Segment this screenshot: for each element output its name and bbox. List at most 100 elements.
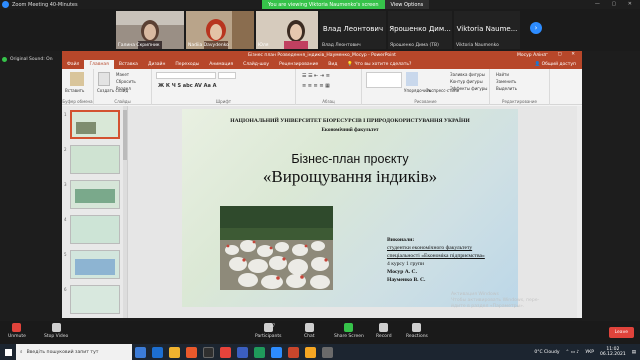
app-taskbar-icon[interactable] — [322, 346, 333, 358]
layout-button[interactable]: Макет — [116, 72, 129, 77]
share-button[interactable]: 👤 Общий доступ — [529, 62, 582, 67]
weather-widget[interactable]: 0°C Cloudy — [534, 350, 559, 355]
participant-name: Юля — [258, 43, 269, 48]
effects-button[interactable]: Эффекты фигуры — [450, 86, 487, 91]
fill-button[interactable]: Заливка фигуры — [450, 72, 485, 77]
participant-tile[interactable]: Галина Скрипник — [116, 11, 184, 49]
original-sound-toggle[interactable]: Original Sound: On — [2, 55, 62, 64]
clock[interactable]: 11:02 06.12.2021 — [600, 347, 626, 357]
unmute-button[interactable]: Unmute — [8, 323, 26, 339]
paste-button[interactable]: Вставить — [65, 88, 84, 93]
slide-thumbnail[interactable] — [70, 110, 120, 139]
tab-slideshow[interactable]: Слайд-шоу — [238, 60, 274, 69]
tab-design[interactable]: Дизайн — [143, 60, 170, 69]
participants-button[interactable]: Participants — [255, 323, 281, 339]
ppt-user[interactable]: Мосур Аліна — [517, 53, 546, 58]
current-slide[interactable]: НАЦІОНАЛЬНИЙ УНІВЕРСИТЕТ БІОРЕСУРСІВ І П… — [182, 109, 518, 307]
outline-button[interactable]: Контур фигуры — [450, 79, 483, 84]
authors-line1: студентки економічного факультету — [387, 245, 473, 251]
find-button[interactable]: Найти — [496, 72, 509, 77]
ppt-window-controls[interactable]: — ▢ ✕ — [544, 52, 579, 57]
slide-faculty: Економічний факультет — [321, 127, 379, 133]
tab-file[interactable]: Файл — [62, 60, 84, 69]
app-taskbar-icon[interactable] — [305, 346, 316, 358]
editing-group: Найти Заменить Выделить Редактирование — [490, 69, 550, 105]
chat-button[interactable]: Chat — [304, 323, 315, 339]
task-view-icon[interactable] — [135, 346, 146, 358]
select-button[interactable]: Выделить — [496, 86, 517, 91]
font-family-select[interactable] — [156, 72, 216, 79]
align-buttons[interactable]: ≡ ≡ ≡ ≡ ▦ — [302, 83, 330, 89]
taskbar-search[interactable]: ⌕ Введіть пошуковий запит тут — [16, 344, 132, 360]
excel-icon[interactable] — [254, 346, 265, 358]
tab-review[interactable]: Рецензирование — [274, 60, 323, 69]
participant-tile[interactable]: Ярошенко Дим... Ярошенко Дима (ТВ) — [388, 11, 452, 49]
activate-windows-watermark: Активация Windows Чтобы активировать Win… — [451, 292, 539, 310]
opera-icon[interactable] — [220, 346, 231, 358]
notifications-icon[interactable]: ▤ — [632, 350, 636, 355]
slide-thumbnail[interactable] — [70, 145, 120, 174]
authors-line3: 4 курсу 1 групи — [387, 261, 425, 267]
list-buttons[interactable]: ☰ ☰ ⇤ ⇥ ≡ — [302, 73, 330, 79]
tab-transitions[interactable]: Переходы — [170, 60, 204, 69]
tab-insert[interactable]: Вставка — [114, 60, 143, 69]
window-controls[interactable]: — ▢ ✕ — [595, 1, 637, 7]
new-slide-icon[interactable] — [98, 72, 110, 86]
share-banner: You are viewing Viktoria Naumenko's scre… — [262, 0, 430, 9]
reset-button[interactable]: Сбросить — [116, 79, 136, 84]
smiley-icon — [412, 323, 422, 332]
start-button[interactable] — [0, 344, 16, 360]
view-options-button[interactable]: View Options — [384, 0, 430, 9]
tell-me-text: Что вы хотите сделать? — [354, 62, 412, 67]
section-button[interactable]: Раздел — [116, 86, 131, 91]
share-screen-icon — [344, 323, 354, 332]
zoom-taskbar-icon[interactable] — [271, 346, 282, 358]
edge-icon[interactable] — [152, 346, 163, 358]
participant-tile[interactable]: Влад Леонтович Влад Леонтович — [320, 11, 386, 49]
paste-icon[interactable] — [70, 72, 84, 86]
slide-thumbnail[interactable] — [70, 215, 120, 244]
store-icon[interactable] — [203, 346, 214, 358]
tab-home[interactable]: Главная — [84, 60, 114, 69]
paragraph-group-label: Абзац — [322, 99, 335, 104]
tab-animation[interactable]: Анимация — [204, 60, 238, 69]
thumbnails-scrollbar[interactable] — [123, 106, 127, 318]
participant-name: Ярошенко Дима (ТВ) — [390, 43, 439, 48]
firefox-icon[interactable] — [186, 346, 197, 358]
slide-thumbnail[interactable] — [70, 285, 120, 314]
slide-thumbnail[interactable] — [70, 180, 120, 209]
font-style-buttons[interactable]: Ж К Ч S abc AV Аа A — [158, 83, 216, 89]
participant-name: Nadiia Davydenko — [188, 43, 229, 48]
authors-line2: спеціальності «Економіка підприємства» — [387, 253, 485, 259]
windows-taskbar: ⌕ Введіть пошуковий запит тут 0°C Cloudy… — [0, 344, 640, 360]
tray-icons[interactable]: ⌃ ▭ ♪ — [566, 350, 580, 355]
record-icon — [379, 323, 389, 332]
leave-button[interactable]: Leave — [608, 327, 634, 338]
author-2: Науменко В. С. — [387, 277, 426, 283]
reactions-button[interactable]: Reactions — [406, 323, 428, 339]
share-screen-button[interactable]: Share Screen — [334, 323, 364, 339]
tab-view[interactable]: Вид — [323, 60, 342, 69]
tell-me-search[interactable]: 💡 Что вы хотите сделать? — [342, 60, 416, 69]
next-page-arrow-icon[interactable]: › — [530, 22, 542, 34]
font-size-select[interactable] — [218, 72, 236, 79]
participant-tile[interactable]: Viktoria Naume... Viktoria Naumenko — [454, 11, 520, 49]
powerpoint-taskbar-icon[interactable] — [288, 346, 299, 358]
stop-video-button[interactable]: Stop Video — [44, 323, 68, 339]
chat-icon — [304, 323, 314, 332]
record-button[interactable]: Record — [376, 323, 392, 339]
word-icon[interactable] — [237, 346, 248, 358]
participant-tile[interactable]: Nadiia Davydenko — [186, 11, 254, 49]
keyboard-language[interactable]: УКР — [585, 350, 594, 355]
activate-line3: йдите в раздел «Параметры». — [451, 304, 525, 309]
file-explorer-icon[interactable] — [169, 346, 180, 358]
shield-icon — [2, 57, 7, 62]
paragraph-group: ☰ ☰ ⇤ ⇥ ≡ ≡ ≡ ≡ ≡ ▦ Абзац — [296, 69, 362, 105]
slide-thumbnail[interactable] — [70, 250, 120, 279]
editor-scrollbar[interactable] — [577, 106, 582, 318]
participant-tile[interactable]: Юля — [256, 11, 318, 49]
replace-button[interactable]: Заменить — [496, 79, 516, 84]
arrange-icon[interactable] — [406, 72, 418, 86]
shapes-gallery[interactable] — [366, 72, 402, 88]
camera-icon — [51, 323, 61, 332]
